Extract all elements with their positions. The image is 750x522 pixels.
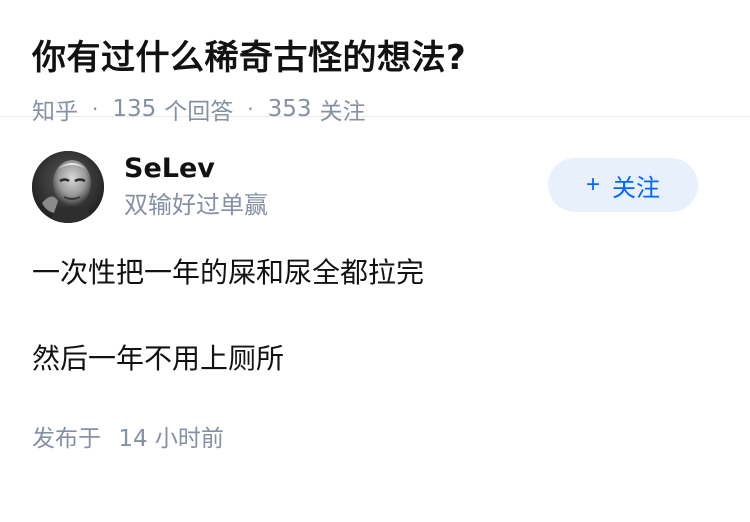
- question-title[interactable]: 你有过什么稀奇古怪的想法?: [32, 34, 718, 82]
- follow-button[interactable]: + 关注: [548, 158, 698, 212]
- question-meta: 知乎 · 135 个回答 · 353 关注: [32, 92, 718, 126]
- follow-button-label: 关注: [612, 174, 660, 202]
- plus-icon: +: [585, 171, 600, 198]
- avatar-portrait-icon: [32, 151, 104, 223]
- meta-separator: ·: [92, 97, 99, 121]
- answer-content: 一次性把一年的屎和尿全都拉完 然后一年不用上厕所: [32, 253, 718, 379]
- answer-count: 135: [112, 96, 157, 122]
- follower-count: 353: [267, 96, 312, 122]
- answer-count-label[interactable]: 个回答: [164, 92, 233, 126]
- author-name[interactable]: SeLev: [124, 152, 268, 186]
- source-label[interactable]: 知乎: [32, 92, 78, 126]
- answer-card: SeLev 双输好过单赢 + 关注 一次性把一年的屎和尿全都拉完 然后一年不用上…: [0, 149, 750, 453]
- published-time[interactable]: 14 小时前: [118, 426, 224, 452]
- author-bio: 双输好过单赢: [124, 191, 268, 219]
- author-info: SeLev 双输好过单赢: [124, 152, 268, 222]
- answer-paragraph: 然后一年不用上厕所: [32, 342, 285, 375]
- answer-paragraph: 一次性把一年的屎和尿全都拉完: [32, 256, 425, 289]
- publish-info: 发布于 14 小时前: [32, 419, 718, 453]
- avatar[interactable]: [32, 151, 104, 223]
- follower-count-label[interactable]: 关注: [320, 92, 366, 126]
- meta-separator: ·: [247, 97, 254, 121]
- question-header: 你有过什么稀奇古怪的想法? 知乎 · 135 个回答 · 353 关注: [0, 0, 750, 125]
- published-prefix: 发布于: [32, 426, 101, 452]
- author-row: SeLev 双输好过单赢 + 关注: [32, 149, 718, 225]
